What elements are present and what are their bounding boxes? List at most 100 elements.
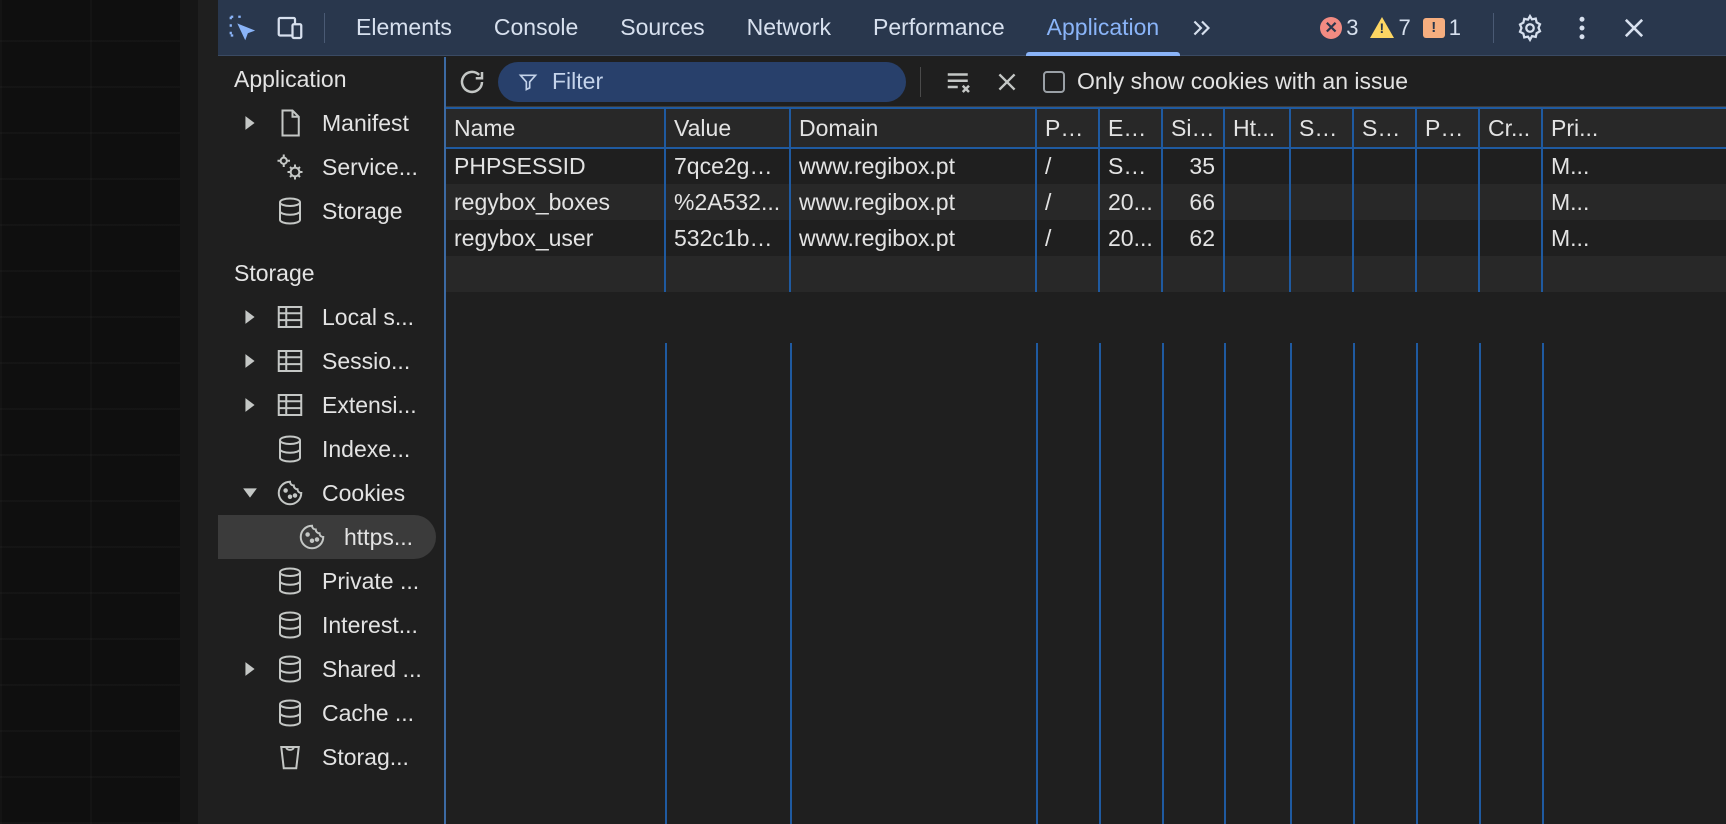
issue-count: 1 [1448,14,1461,40]
expand-arrow-icon[interactable] [240,397,260,413]
warning-count: 7 [1398,14,1411,40]
empty-table-area [446,343,1726,824]
column-header[interactable]: Ex... [1098,107,1162,149]
inspect-element-icon[interactable] [218,0,266,56]
column-header[interactable]: Name [446,107,665,149]
collapse-arrow-icon[interactable] [240,487,260,499]
issue-icon: ! [1422,17,1445,38]
filter-field[interactable] [498,61,906,102]
error-count: 3 [1346,14,1359,40]
document-icon [270,105,310,141]
cookie-expires: 20... [1098,220,1162,256]
sidebar-item-cache-storage[interactable]: Cache ... [218,691,444,735]
tab-elements[interactable]: Elements [335,0,473,56]
cookie-samesite [1352,220,1416,256]
column-header[interactable]: Se... [1289,107,1353,149]
cookie-size: 66 [1161,184,1224,220]
sidebar-item-service-workers[interactable]: Service... [218,145,444,189]
more-options-icon[interactable] [1556,0,1608,56]
checkbox-box[interactable] [1043,70,1065,93]
expand-arrow-icon[interactable] [240,353,260,369]
sidebar-item-interest-groups[interactable]: Interest... [218,603,444,647]
table-row[interactable]: PHPSESSID 7qce2go... www.regibox.pt / Se… [446,148,1726,184]
expand-arrow-icon[interactable] [240,115,260,131]
column-header[interactable]: Ht... [1223,107,1290,149]
expand-arrow-icon[interactable] [240,309,260,325]
tab-console[interactable]: Console [473,0,599,56]
sidebar-item-private-state-tokens[interactable]: Private ... [218,559,444,603]
cookie-cross-site [1478,220,1542,256]
cookie-secure [1289,184,1353,220]
sidebar-item-manifest[interactable]: Manifest [218,101,444,145]
clear-all-cookies-icon[interactable] [935,57,983,107]
bucket-icon [270,739,310,775]
cookie-domain: www.regibox.pt [789,220,1036,256]
column-header[interactable]: Value [664,107,790,149]
sidebar-item-indexeddb[interactable]: Indexe... [218,427,444,471]
warning-counter[interactable]: ! 7 [1370,14,1411,41]
cookie-value: 532c1b2... [664,220,790,256]
cookie-expires: Se... [1098,148,1162,184]
tab-network[interactable]: Network [726,0,852,56]
cookie-size: 62 [1161,220,1224,256]
column-header[interactable]: Domain [789,107,1036,149]
error-counter[interactable]: ✕ 3 [1320,15,1358,41]
issues-counter[interactable]: ! 1 [1422,14,1461,41]
sidebar-item-session-storage[interactable]: Sessio... [218,339,444,383]
cookie-cross-site [1478,184,1542,220]
column-header[interactable]: Path [1035,107,1099,149]
devtools-window: Elements Console Sources Network Perform… [218,0,1726,824]
application-section-heading: Application [234,65,347,92]
cookie-value: 7qce2go... [664,148,790,184]
sidebar-item-label: Cookies [322,479,406,506]
sidebar-item-label: Shared ... [322,655,422,682]
table-icon [270,299,310,335]
more-tabs-icon[interactable] [1180,0,1224,56]
sidebar-item-local-storage[interactable]: Local s... [218,295,444,339]
sidebar-item-shared-storage[interactable]: Shared ... [218,647,444,691]
database-icon [270,695,310,731]
cookie-name: PHPSESSID [454,153,586,179]
sidebar-item-extension-storage[interactable]: Extensi... [218,383,444,427]
cookie-partition-key [1415,148,1479,184]
tab-sources[interactable]: Sources [599,0,725,56]
sidebar-item-label: Service... [322,153,418,180]
cookie-priority: M... [1541,220,1726,256]
filterbar-divider [920,66,921,97]
application-sidebar: Application Manifest Service... Storage … [218,57,444,824]
issue-counters[interactable]: ✕ 3 ! 7 ! 1 [1320,15,1461,41]
expand-arrow-icon[interactable] [240,661,260,677]
table-row[interactable]: regybox_boxes %2A532... www.regibox.pt /… [446,184,1726,220]
background-wallpaper [0,0,198,824]
delete-selected-icon[interactable] [983,57,1031,107]
table-header-row: Name Value Domain Path Ex... Size Ht... … [446,107,1726,149]
database-icon [270,563,310,599]
column-header[interactable]: Sa... [1352,107,1416,149]
sidebar-item-cookies[interactable]: Cookies [218,471,444,515]
warning-icon: ! [1370,17,1395,38]
tab-application[interactable]: Application [1025,0,1181,56]
cookie-name: regybox_user [454,224,594,251]
cookie-priority: M... [1541,148,1726,184]
refresh-icon[interactable] [446,57,498,107]
only-issues-checkbox[interactable]: Only show cookies with an issue [1043,68,1408,95]
column-header[interactable]: Pa... [1415,107,1479,149]
sidebar-item-storage-buckets[interactable]: Storag... [218,735,444,779]
cookies-filter-bar: Only show cookies with an issue [446,57,1726,107]
column-header[interactable]: Cr... [1478,107,1542,149]
database-icon [270,431,310,467]
sidebar-item-cookies-origin[interactable]: https... [218,515,436,559]
gears-icon [270,149,310,185]
column-header[interactable]: Size [1161,107,1224,149]
storage-section-heading: Storage [234,259,315,286]
filter-input[interactable] [552,68,872,95]
settings-gear-icon[interactable] [1504,0,1556,56]
tab-performance[interactable]: Performance [852,0,1026,56]
sidebar-item-label: Storage [322,197,403,224]
close-devtools-icon[interactable] [1608,0,1660,56]
table-row[interactable]: regybox_user 532c1b2... www.regibox.pt /… [446,220,1726,256]
column-header[interactable]: Pri... [1541,107,1726,149]
sidebar-item-label: Sessio... [322,347,411,374]
device-toolbar-icon[interactable] [266,0,314,56]
sidebar-item-storage-overview[interactable]: Storage [218,189,444,233]
